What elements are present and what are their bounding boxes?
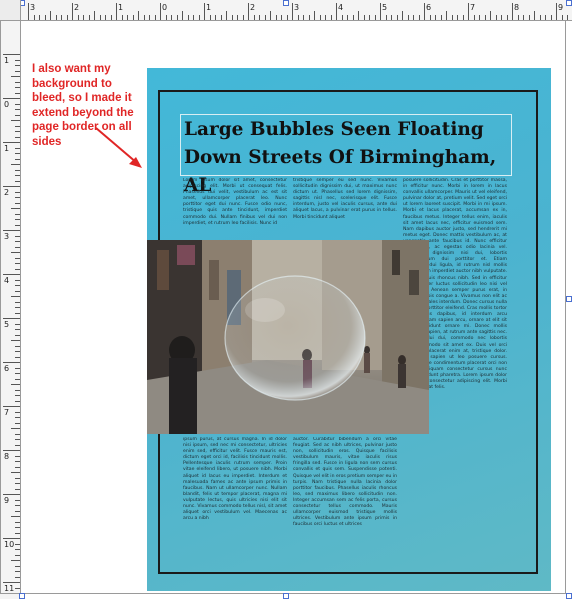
ruler-minor-tick (50, 11, 51, 20)
ruler-origin[interactable] (0, 0, 21, 21)
ruler-major-tick (72, 3, 73, 20)
ruler-major-tick (160, 3, 161, 20)
ruler-minor-tick (94, 11, 95, 20)
bleed-annotation-note: I also want my background to bleed, so I… (32, 63, 134, 148)
ruler-label: 1 (118, 3, 124, 12)
ruler-major-tick (512, 3, 513, 20)
ruler-minor-tick (490, 11, 491, 20)
ruler-minor-tick (402, 11, 403, 20)
handle-middle-right[interactable] (566, 296, 572, 302)
ruler-major-tick (248, 3, 249, 20)
ruler-minor-tick (567, 15, 568, 20)
ruler-major-tick (336, 3, 337, 20)
ruler-label: 8 (514, 3, 520, 12)
ruler-minor-tick (182, 11, 183, 20)
ruler-major-tick (424, 3, 425, 20)
ruler-major-tick (556, 3, 557, 20)
ruler-major-tick (204, 3, 205, 20)
ruler-label: 7 (470, 3, 476, 12)
handle-top-right[interactable] (566, 0, 572, 6)
handle-bottom-left[interactable] (19, 593, 25, 599)
ruler-minor-tick (358, 11, 359, 20)
handle-bottom-right[interactable] (566, 593, 572, 599)
ruler-minor-tick (314, 11, 315, 20)
ruler-minor-tick (226, 11, 227, 20)
handle-bottom-center[interactable] (283, 593, 289, 599)
handle-top-center[interactable] (283, 0, 289, 6)
ruler-minor-tick (270, 11, 271, 20)
ruler-minor-tick (534, 11, 535, 20)
ruler-minor-tick (138, 11, 139, 20)
ruler-label: 3 (294, 3, 300, 12)
ruler-label: 5 (382, 3, 388, 12)
body-column-2-bottom[interactable]: auctor. Curabitur bibendum a orci vitae … (293, 437, 397, 549)
ruler-major-tick (28, 3, 29, 20)
ruler-minor-tick (446, 11, 447, 20)
ruler-label: 0 (162, 3, 168, 12)
ruler-label: 2 (250, 3, 256, 12)
body-column-1-top[interactable]: Lorem ipsum dolor sit amet, consectetur … (183, 178, 287, 239)
ruler-label: 6 (426, 3, 432, 12)
ruler-label: 1 (206, 3, 212, 12)
ruler-major-tick (468, 3, 469, 20)
ruler-major-tick (292, 3, 293, 20)
photo-illustration (147, 240, 429, 434)
ruler-major-tick (380, 3, 381, 20)
bubble-street-photo[interactable] (147, 240, 429, 434)
ruler-label: 2 (74, 3, 80, 12)
ruler-label: 9 (558, 3, 564, 12)
ruler-major-tick (116, 3, 117, 20)
body-column-2-top[interactable]: tristique semper eu sed nunc. Vivamus so… (293, 178, 397, 239)
ruler-label: 4 (338, 3, 344, 12)
body-column-1-bottom[interactable]: ipsum purus, at cursus magna. In id dolo… (183, 437, 287, 549)
ruler-label: 3 (30, 3, 36, 12)
